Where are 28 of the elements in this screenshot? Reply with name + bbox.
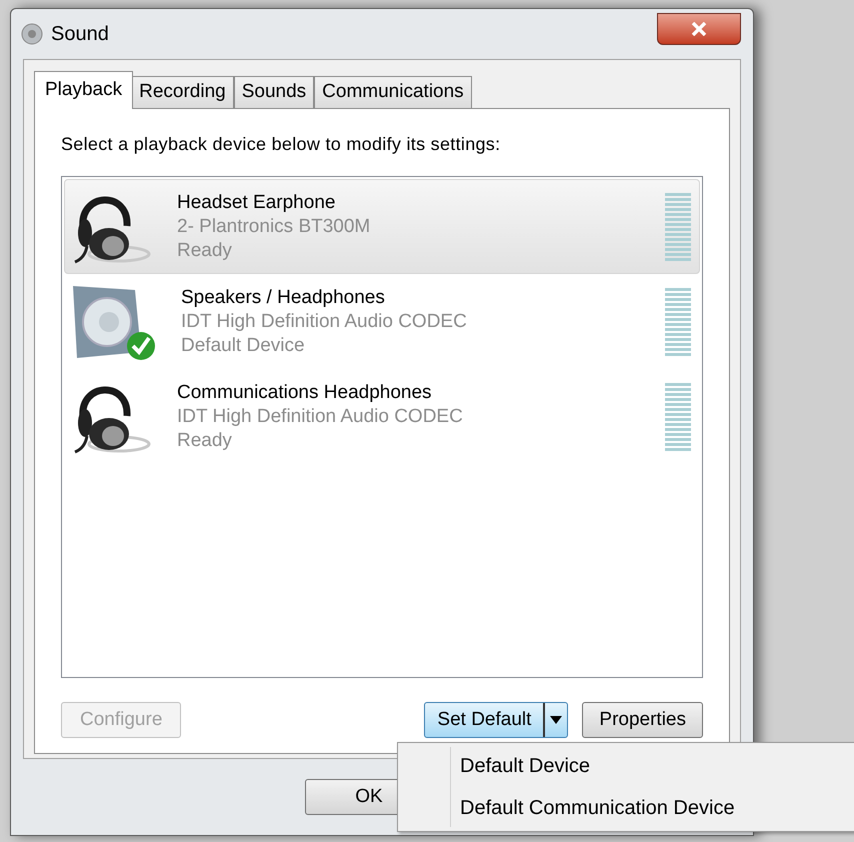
tab[interactable]: Communications: [314, 76, 472, 108]
device-name: Speakers / Headphones: [181, 286, 386, 310]
dialog-button[interactable]: Properties: [582, 702, 703, 738]
level-meter-icon: [665, 288, 691, 356]
device-row[interactable]: Speakers / Headphones IDT High Definition Audio CODEC Default Device: [64, 274, 700, 369]
device-driver: IDT High Definition Audio CODEC: [181, 310, 468, 334]
tab[interactable]: Playback: [34, 71, 134, 109]
device-driver: IDT High Definition Audio CODEC: [177, 404, 464, 428]
level-meter-icon: [665, 382, 691, 450]
device-driver: 2- Plantronics BT300M: [177, 214, 372, 238]
menu-item[interactable]: Default Communication Device: [460, 793, 854, 823]
device-status: Ready: [177, 238, 233, 262]
device-row[interactable]: Headset Earphone 2- Plantronics BT300M Ready: [64, 179, 700, 274]
device-status: Default Device: [181, 334, 306, 358]
device-status: Ready: [177, 428, 233, 452]
level-meter-icon: [665, 192, 691, 260]
tab[interactable]: Recording: [131, 76, 234, 108]
close-icon: [691, 22, 707, 36]
close-button[interactable]: [657, 13, 741, 45]
tab[interactable]: Sounds: [234, 76, 314, 108]
device-name: Headset Earphone: [177, 190, 336, 214]
caret-icon: [550, 716, 562, 724]
set-default-button[interactable]: Set Default: [425, 703, 544, 737]
menu-item[interactable]: Default Device: [460, 751, 854, 781]
device-row[interactable]: Communications Headphones IDT High Definition Audio CODEC Ready: [64, 369, 700, 464]
device-name: Communications Headphones: [177, 380, 433, 404]
window-title: Sound: [51, 22, 109, 47]
instruction-text: Select a playback device below to modify its settings:: [61, 133, 502, 156]
